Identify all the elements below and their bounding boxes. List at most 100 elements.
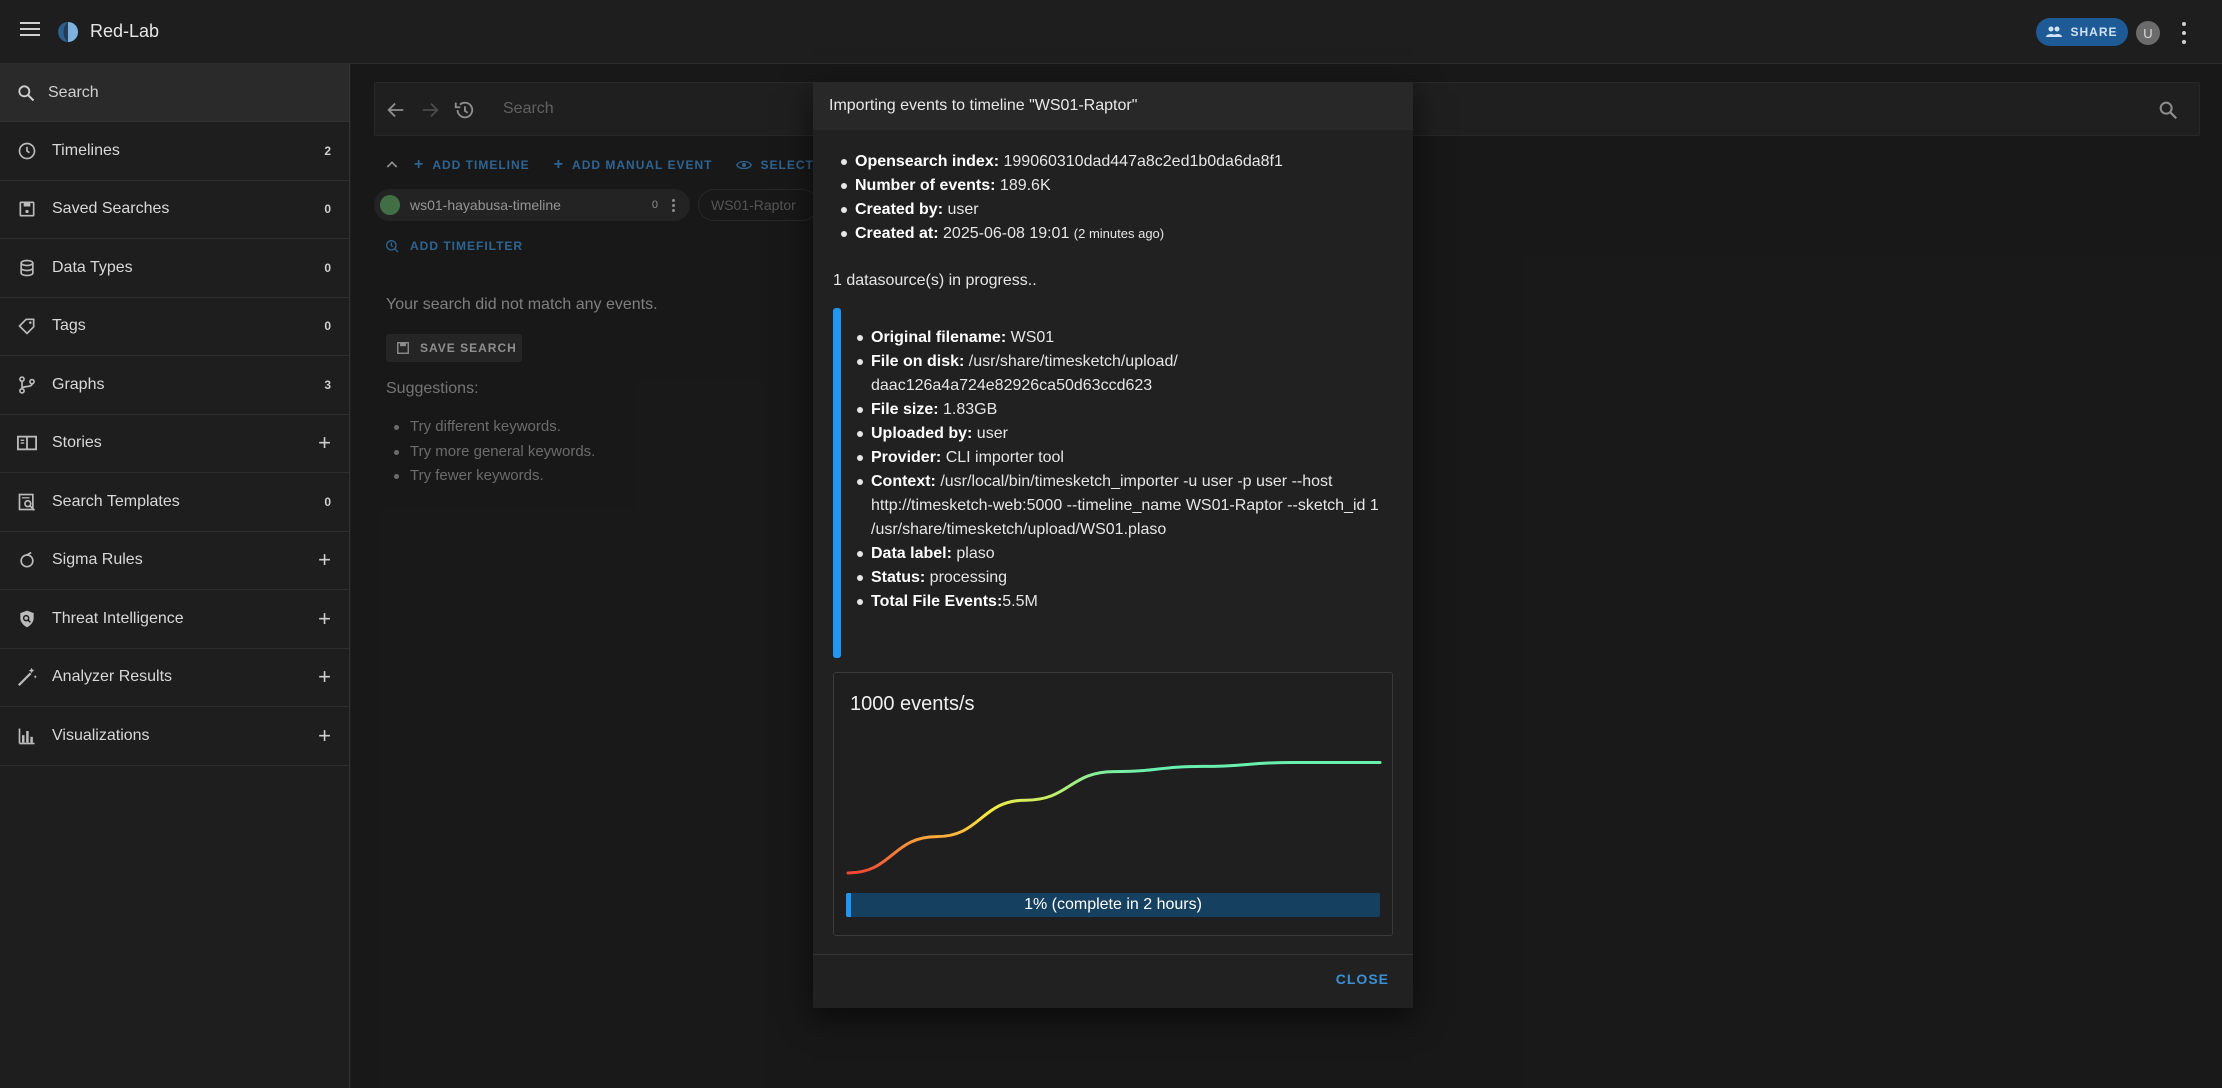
info-value: processing [925,569,1008,586]
share-label: SHARE [2070,25,2118,39]
import-progress-bar: 1% (complete in 2 hours) [846,893,1380,917]
more-vert-icon[interactable] [2176,22,2192,44]
sidebar-item-label: Visualizations [52,726,150,744]
add-story-button[interactable]: + [318,432,331,454]
info-value: /usr/local/bin/timesketch_importer -u us… [871,473,1379,538]
sidebar-item-data-types[interactable]: Data Types 0 [0,239,349,298]
info-value: 199060310dad447a8c2ed1b0da6da8f1 [999,153,1283,170]
sidebar-item-analyzer-results[interactable]: Analyzer Results + [0,649,349,707]
sidebar-item-threat-intelligence[interactable]: Threat Intelligence + [0,590,349,649]
list-item: Context: /usr/local/bin/timesketch_impor… [857,470,1393,542]
sidebar-item-label: Saved Searches [52,200,170,218]
list-item: Data label: plaso [857,542,1393,566]
info-value: 5.5M [1002,593,1038,610]
info-key: Opensearch index: [855,153,1000,170]
dialog-footer: CLOSE [813,954,1413,1008]
sidebar-item-label: Stories [52,434,102,452]
datasource-block: Original filename: WS01 File on disk: /u… [833,308,1393,658]
list-item: Status: processing [857,566,1393,590]
info-value: 189.6K [995,177,1051,194]
close-button[interactable]: CLOSE [1336,971,1389,987]
info-key: Data label: [871,545,952,562]
tag-icon [18,318,35,335]
sidebar-item-search-templates[interactable]: Search Templates 0 [0,473,349,532]
dialog-title: Importing events to timeline "WS01-Rapto… [813,82,1413,130]
sidebar-item-count: 2 [324,143,331,158]
sidebar-item-stories[interactable]: Stories + [0,415,349,473]
info-key: Uploaded by: [871,425,973,442]
app-title: Red-Lab [90,21,160,41]
info-key: File size: [871,401,939,418]
info-key: File on disk: [871,353,965,370]
list-item: Total File Events:5.5M [857,590,1393,614]
datasource-info-list: Original filename: WS01 File on disk: /u… [857,326,1393,614]
list-item: Provider: CLI importer tool [857,446,1393,470]
sidebar-item-timelines[interactable]: Timelines 2 [0,122,349,181]
sidebar-search-placeholder: Search [48,83,99,101]
add-threat-intel-button[interactable]: + [318,607,331,630]
sidebar-item-label: Timelines [52,141,120,159]
sidebar-item-sigma-rules[interactable]: Sigma Rules + [0,532,349,590]
graph-icon [19,376,35,394]
list-item: Original filename: WS01 [857,326,1393,350]
timeline-info-list: Opensearch index: 199060310dad447a8c2ed1… [841,150,1395,246]
sidebar-search[interactable]: Search [0,64,349,122]
info-value: user [943,201,979,218]
chart-title: 1000 events/s [850,693,975,715]
search-template-icon [18,493,36,511]
save-icon [19,201,35,217]
info-key: Context: [871,473,936,490]
sidebar-item-tags[interactable]: Tags 0 [0,298,349,356]
info-value: CLI importer tool [941,449,1064,466]
sidebar-item-count: 0 [324,494,331,509]
sidebar-item-count: 0 [324,260,331,275]
sidebar-item-label: Search Templates [52,492,180,510]
info-key: Status: [871,569,926,586]
bar-chart-icon [18,728,35,745]
info-key: Created by: [855,201,944,218]
import-events-dialog: Importing events to timeline "WS01-Rapto… [813,82,1413,1008]
hamburger-menu-icon[interactable] [16,18,44,46]
wand-icon [17,668,37,687]
progress-label: 1% (complete in 2 hours) [1024,896,1202,913]
events-rate-chart [846,761,1382,875]
book-icon [17,435,37,451]
list-item: File on disk: /usr/share/timesketch/uplo… [857,350,1393,398]
datasource-accent-bar [833,308,841,658]
info-value: 1.83GB [938,401,998,418]
sidebar-item-saved-searches[interactable]: Saved Searches 0 [0,181,349,239]
sidebar-item-count: 3 [324,377,331,392]
add-sigma-rule-button[interactable]: + [318,549,331,571]
info-key: Total File Events: [871,593,1003,610]
add-analyzer-button[interactable]: + [318,666,331,688]
info-value: plaso [951,545,995,562]
sidebar-item-count: 0 [324,319,331,334]
info-key: Provider: [871,449,942,466]
datasource-progress-text: 1 datasource(s) in progress.. [833,272,1037,289]
list-item: Uploaded by: user [857,422,1393,446]
top-app-bar: Red-Lab SHARE U [0,0,2222,64]
shield-icon [20,610,34,628]
app-logo-icon [58,22,78,42]
search-icon [18,84,35,101]
list-item: File size: 1.83GB [857,398,1393,422]
avatar[interactable]: U [2136,21,2160,45]
add-visualization-button[interactable]: + [318,724,331,747]
sidebar-item-graphs[interactable]: Graphs 3 [0,356,349,415]
sidebar-item-label: Graphs [52,375,105,393]
share-button[interactable]: SHARE [2036,18,2128,46]
clock-icon [18,142,36,160]
info-value: 2025-06-08 19:01 [938,225,1074,242]
sidebar-item-label: Sigma Rules [52,551,143,569]
events-rate-chart-card: 1000 events/s 1% (complete in 2 hours) [833,672,1393,936]
list-item: Created by: user [841,198,1395,222]
info-value: WS01 [1006,329,1055,346]
sidebar-item-label: Data Types [52,258,133,276]
sidebar-item-visualizations[interactable]: Visualizations + [0,707,349,766]
info-key: Created at: [855,225,939,242]
info-value: user [972,425,1008,442]
list-item: Opensearch index: 199060310dad447a8c2ed1… [841,150,1395,174]
info-key: Number of events: [855,177,996,194]
sigma-icon [20,552,34,568]
list-item: Created at: 2025-06-08 19:01 (2 minutes … [841,222,1395,246]
